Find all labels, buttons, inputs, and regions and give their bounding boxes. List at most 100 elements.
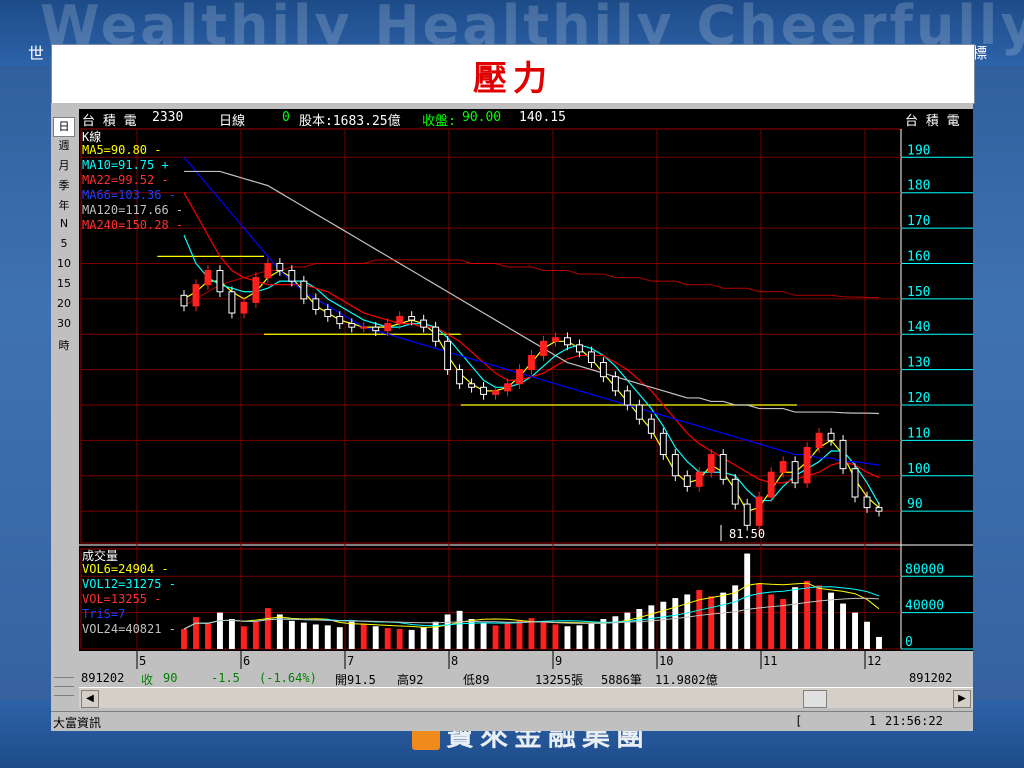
volume-bar — [504, 623, 511, 649]
month-tick-label: 10 — [659, 654, 673, 668]
volume-bar — [648, 605, 655, 649]
period-item-3[interactable]: 季 — [51, 177, 77, 197]
volume-bar — [576, 625, 583, 649]
candle-body — [779, 461, 787, 473]
candle-body — [827, 432, 835, 441]
info-date: 891202 — [81, 671, 125, 685]
volume-bar — [360, 623, 367, 649]
volume-bar — [624, 612, 631, 649]
ma5-legend: MA5=90.80 - — [82, 143, 162, 157]
period-item-1[interactable]: 週 — [51, 137, 77, 157]
scroll-thumb[interactable] — [803, 690, 827, 708]
candle-body — [456, 369, 464, 385]
price-tick-label: 180 — [907, 179, 930, 194]
candle-body — [324, 308, 332, 318]
candle-body — [528, 354, 535, 371]
info-close: 90 — [163, 671, 178, 685]
left-grip[interactable] — [51, 669, 77, 709]
volume-bar — [516, 620, 523, 649]
info-change-pct: (-1.64%) — [259, 671, 317, 685]
period-item-6[interactable]: 5 — [51, 237, 77, 257]
vol6-legend: VOL6=24904 - — [82, 562, 169, 576]
volume-bar — [456, 610, 463, 649]
period-item-9[interactable]: 20 — [51, 297, 77, 317]
vol-legend: VOL=13255 - — [82, 592, 162, 606]
month-tick-label: 11 — [763, 654, 777, 668]
price-tick-label: 140 — [907, 320, 930, 335]
scroll-right-button[interactable]: ▶ — [953, 690, 971, 708]
period-item-4[interactable]: 年 — [51, 197, 77, 217]
candle-body — [635, 404, 643, 420]
candle-body — [396, 316, 404, 325]
header-zero: 0 — [282, 110, 290, 125]
candle-body — [659, 432, 667, 456]
volume-bar — [240, 626, 247, 649]
period-item-10[interactable]: 30 — [51, 317, 77, 337]
info-amount: 11.9802億 — [655, 673, 718, 687]
month-tick-label: 5 — [139, 654, 146, 668]
volume-bar — [792, 587, 799, 649]
horizontal-scrollbar[interactable]: ◀ ▶ — [79, 687, 973, 708]
price-tick-label: 90 — [907, 497, 923, 512]
candle-body — [192, 284, 200, 307]
info-close-label: 收 — [141, 673, 154, 687]
ma10-legend: MA10=91.75 + — [82, 158, 169, 172]
volume-bar — [660, 601, 667, 649]
volume-bar — [672, 598, 679, 649]
month-tick-label: 9 — [555, 654, 562, 668]
ma5-line — [183, 269, 880, 512]
candle-body — [336, 316, 344, 325]
price-volume-chart: 5678910111256789101112190180170160150140… — [79, 128, 973, 669]
period-item-0[interactable]: 日 — [53, 117, 75, 137]
volume-bar — [540, 621, 547, 649]
volume-bar — [612, 616, 619, 649]
candle-body — [731, 478, 739, 505]
info-volume: 13255張 — [535, 673, 584, 687]
candle-body — [492, 390, 499, 395]
volume-bar — [228, 619, 235, 649]
volume-bar — [528, 618, 535, 649]
tris-legend: TriS=7 — [82, 607, 126, 621]
close-value: 90.00 — [462, 110, 502, 125]
volume-bar — [193, 617, 199, 649]
period-item-5[interactable]: N — [51, 217, 77, 237]
status-bracket: [ — [795, 714, 803, 728]
ma240-legend: MA240=150.28 - — [82, 218, 184, 232]
banner-left-char: 世 — [28, 44, 45, 63]
candle-body — [384, 323, 392, 332]
volume-bar — [816, 585, 823, 649]
candle-body — [695, 471, 703, 487]
chart-area: 5678910111256789101112190180170160150140… — [79, 109, 973, 669]
candle-body — [863, 496, 871, 509]
slide-title: 壓力 — [473, 59, 553, 99]
price-tick-label: 110 — [907, 426, 930, 441]
price-tick-label: 100 — [907, 462, 930, 477]
volume-panel-frame — [80, 548, 902, 650]
period-item-11[interactable]: 時 — [51, 337, 77, 357]
slide-title-box: 壓力 — [51, 44, 975, 104]
period-item-8[interactable]: 15 — [51, 277, 77, 297]
ma120-legend: MA120=117.66 - — [82, 203, 184, 217]
price-tick-label: 160 — [907, 249, 930, 264]
capital-label: 股本:1683.25億 — [299, 114, 401, 129]
volume-bar — [636, 609, 643, 649]
month-tick-label: 8 — [451, 654, 458, 668]
price-tick-label: 170 — [907, 214, 930, 229]
status-bar: 大富資訊 [ 1 21:56:22 — [51, 711, 973, 731]
candle-body — [599, 362, 607, 378]
volume-bar — [768, 594, 775, 649]
period-item-2[interactable]: 月 — [51, 157, 77, 177]
candle-body — [180, 294, 188, 307]
period-item-7[interactable]: 10 — [51, 257, 77, 277]
price-tick-label: 190 — [907, 143, 930, 158]
volume-bar — [372, 626, 379, 649]
chart-header: 台 積 電 2330 日線 0 股本:1683.25億 收盤: 90.00 14… — [79, 109, 973, 129]
scroll-left-button[interactable]: ◀ — [81, 690, 99, 708]
volume-bar — [300, 622, 307, 649]
candle-body — [767, 471, 775, 498]
candle-body — [216, 270, 224, 293]
candle-body — [276, 262, 284, 272]
volume-bar — [564, 626, 571, 649]
volume-bar — [780, 599, 787, 649]
volume-bar — [420, 627, 427, 649]
